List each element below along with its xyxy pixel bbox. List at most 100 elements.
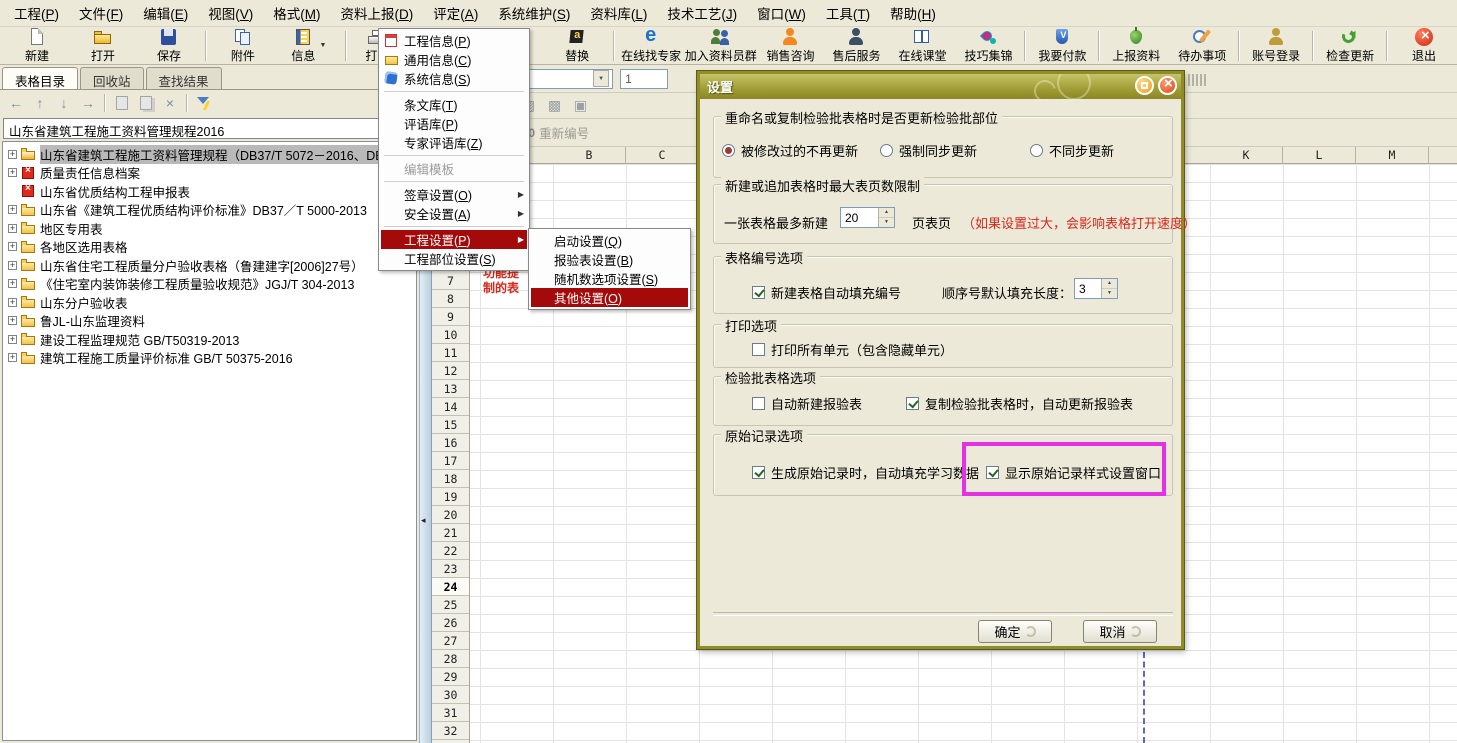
radio-no-sync[interactable]: 不同步更新 <box>1030 141 1114 160</box>
menubar-item[interactable]: 视图(V) <box>198 0 263 26</box>
renumber-button[interactable]: N0 重新编号 <box>520 123 589 142</box>
row-header-25[interactable]: 25 <box>432 596 469 614</box>
menubar-item[interactable]: 工程(P) <box>4 0 69 26</box>
menubar-item[interactable]: 窗口(W) <box>747 0 816 26</box>
spin-up-icon[interactable]: ▲ <box>1102 279 1117 289</box>
toolbar-button-new-doc[interactable]: 新建 <box>4 28 70 64</box>
row-header-10[interactable]: 10 <box>432 326 469 344</box>
menu-item[interactable]: 其他设置(O) <box>531 288 688 307</box>
tree-down-button[interactable]: ↓ <box>53 93 75 113</box>
tree-forward-button[interactable]: → <box>77 93 99 113</box>
expander-icon[interactable]: + <box>8 224 17 233</box>
menubar-item[interactable]: 文件(F) <box>69 0 133 26</box>
menubar-item[interactable]: 格式(M) <box>263 0 330 26</box>
toolbar-button-todo[interactable]: 待办事项 <box>1169 28 1235 64</box>
toolbar-button-sales[interactable]: 销售咨询 <box>757 28 823 64</box>
tree-item[interactable]: +建设工程监理规范 GB/T50319-2013 <box>5 330 416 349</box>
tree-item[interactable]: +建筑工程施工质量评价标准 GB/T 50375-2016 <box>5 349 416 368</box>
tree-copy-page-button[interactable] <box>111 93 133 113</box>
row-header-24[interactable]: 24 <box>432 578 469 596</box>
row-header-18[interactable]: 18 <box>432 470 469 488</box>
toolbar-button-tips[interactable]: 技巧集锦 <box>955 28 1021 64</box>
expander-icon[interactable]: + <box>8 279 17 288</box>
checkbox-auto-update-report[interactable]: 复制检验批表格时，自动更新报验表 <box>906 394 1133 413</box>
row-header-15[interactable]: 15 <box>432 416 469 434</box>
toolbar-button-replace[interactable]: 替换 <box>544 28 610 64</box>
tree-item[interactable]: +各地区选用表格 <box>5 238 416 257</box>
column-header-L[interactable]: L <box>1283 147 1356 163</box>
row-header-23[interactable]: 23 <box>432 560 469 578</box>
checkbox-auto-create-report[interactable]: 自动新建报验表 <box>752 394 862 413</box>
menu-item[interactable]: 通用信息(C) <box>381 50 527 69</box>
row-header-17[interactable]: 17 <box>432 452 469 470</box>
ok-button[interactable]: 确定 <box>978 620 1052 643</box>
expander-icon[interactable]: + <box>8 335 17 344</box>
menu-item[interactable]: 评语库(P) <box>381 114 527 133</box>
row-header-28[interactable]: 28 <box>432 650 469 668</box>
spin-down-icon[interactable]: ▼ <box>1102 289 1117 298</box>
menu-item[interactable]: 随机数选项设置(S) <box>531 269 688 288</box>
tree-item[interactable]: +山东省住宅工程质量分户验收表格（鲁建建字[2006]27号） <box>5 256 416 275</box>
menu-item[interactable]: 条文库(T) <box>381 95 527 114</box>
seq-length-spinner[interactable]: 3 ▲▼ <box>1074 278 1118 299</box>
checkbox-auto-number[interactable]: 新建表格自动填充编号 <box>752 283 901 302</box>
menubar-item[interactable]: 工具(T) <box>816 0 880 26</box>
toolbar-button-online-class[interactable]: 在线课堂 <box>889 28 955 64</box>
toolbar-button-join-group[interactable]: 加入资料员群 <box>684 28 757 64</box>
menubar-item[interactable]: 技术工艺(J) <box>657 0 747 26</box>
table-shade-icon[interactable]: ▩ <box>544 97 565 114</box>
column-header-C[interactable]: C <box>626 147 699 163</box>
tree-item[interactable]: +山东省《建筑工程优质结构评价标准》DB37／T 5000-2013 <box>5 201 416 220</box>
expander-icon[interactable]: + <box>8 242 17 251</box>
row-header-21[interactable]: 21 <box>432 524 469 542</box>
row-header-29[interactable]: 29 <box>432 668 469 686</box>
row-header-14[interactable]: 14 <box>432 398 469 416</box>
radio-modified-no-update[interactable]: 被修改过的不再更新 <box>722 141 858 160</box>
row-header-32[interactable]: 32 <box>432 722 469 740</box>
expander-icon[interactable]: + <box>8 205 17 214</box>
expander-icon[interactable]: + <box>8 353 17 362</box>
row-header-31[interactable]: 31 <box>432 704 469 722</box>
row-header-11[interactable]: 11 <box>432 344 469 362</box>
toolbar-button-pay[interactable]: 我要付款 <box>1029 28 1095 64</box>
row-header-26[interactable]: 26 <box>432 614 469 632</box>
tree-item[interactable]: +鲁JL-山东监理资料 <box>5 312 416 331</box>
toolbar-button-info[interactable]: 信息▼ <box>276 28 342 64</box>
tree-item[interactable]: 山东省优质结构工程申报表 <box>5 182 416 201</box>
tree-filter-button[interactable] <box>193 93 215 113</box>
menu-item[interactable]: 安全设置(A)▶ <box>381 204 527 223</box>
row-header-12[interactable]: 12 <box>432 362 469 380</box>
tree-item[interactable]: +山东省建筑工程施工资料管理规程（DB37/T 5072－2016、DB37 <box>5 145 416 164</box>
chevron-down-icon[interactable]: ▼ <box>593 70 609 87</box>
toolbar-button-save[interactable]: 保存 <box>136 28 202 64</box>
column-header-N[interactable]: N <box>1429 147 1457 163</box>
row-header-22[interactable]: 22 <box>432 542 469 560</box>
spinner-buttons[interactable]: ▲▼ <box>878 208 894 227</box>
row-header-19[interactable]: 19 <box>432 488 469 506</box>
row-header-8[interactable]: 8 <box>432 290 469 308</box>
toolbar-button-login[interactable]: 账号登录 <box>1243 28 1309 64</box>
tree-item[interactable]: +质量责任信息档案 <box>5 164 416 183</box>
toolbar-button-open-folder[interactable]: 打开 <box>70 28 136 64</box>
tree-back-button[interactable]: ← <box>5 93 27 113</box>
expander-icon[interactable]: + <box>8 298 17 307</box>
tree-search-input[interactable]: 山东省建筑工程施工资料管理规程2016 <box>3 118 415 139</box>
max-pages-spinner[interactable]: 20 ▲▼ <box>840 207 895 228</box>
close-button[interactable] <box>1158 76 1177 95</box>
spinner-buttons[interactable]: ▲▼ <box>1101 279 1117 298</box>
checkbox-print-all-cells[interactable]: 打印所有单元（包含隐藏单元） <box>752 340 953 359</box>
tab-表格目录[interactable]: 表格目录 <box>2 67 78 89</box>
tree-paste-page-button[interactable] <box>135 93 157 113</box>
row-header-30[interactable]: 30 <box>432 686 469 704</box>
toolbar-button-online-expert[interactable]: 在线找专家 <box>618 28 684 64</box>
menubar-item[interactable]: 系统维护(S) <box>488 0 580 26</box>
spin-down-icon[interactable]: ▼ <box>879 218 894 227</box>
collapse-arrow-icon[interactable]: ◂ <box>421 515 426 526</box>
cancel-button[interactable]: 取消 <box>1083 620 1157 643</box>
menubar-item[interactable]: 资料上报(D) <box>331 0 424 26</box>
font-size-select[interactable]: 1 <box>620 69 668 89</box>
spin-up-icon[interactable]: ▲ <box>879 208 894 218</box>
column-header-K[interactable]: K <box>1210 147 1283 163</box>
toolbar-button-exit[interactable]: 退出 <box>1391 28 1457 64</box>
tab-查找结果[interactable]: 查找结果 <box>146 67 222 89</box>
